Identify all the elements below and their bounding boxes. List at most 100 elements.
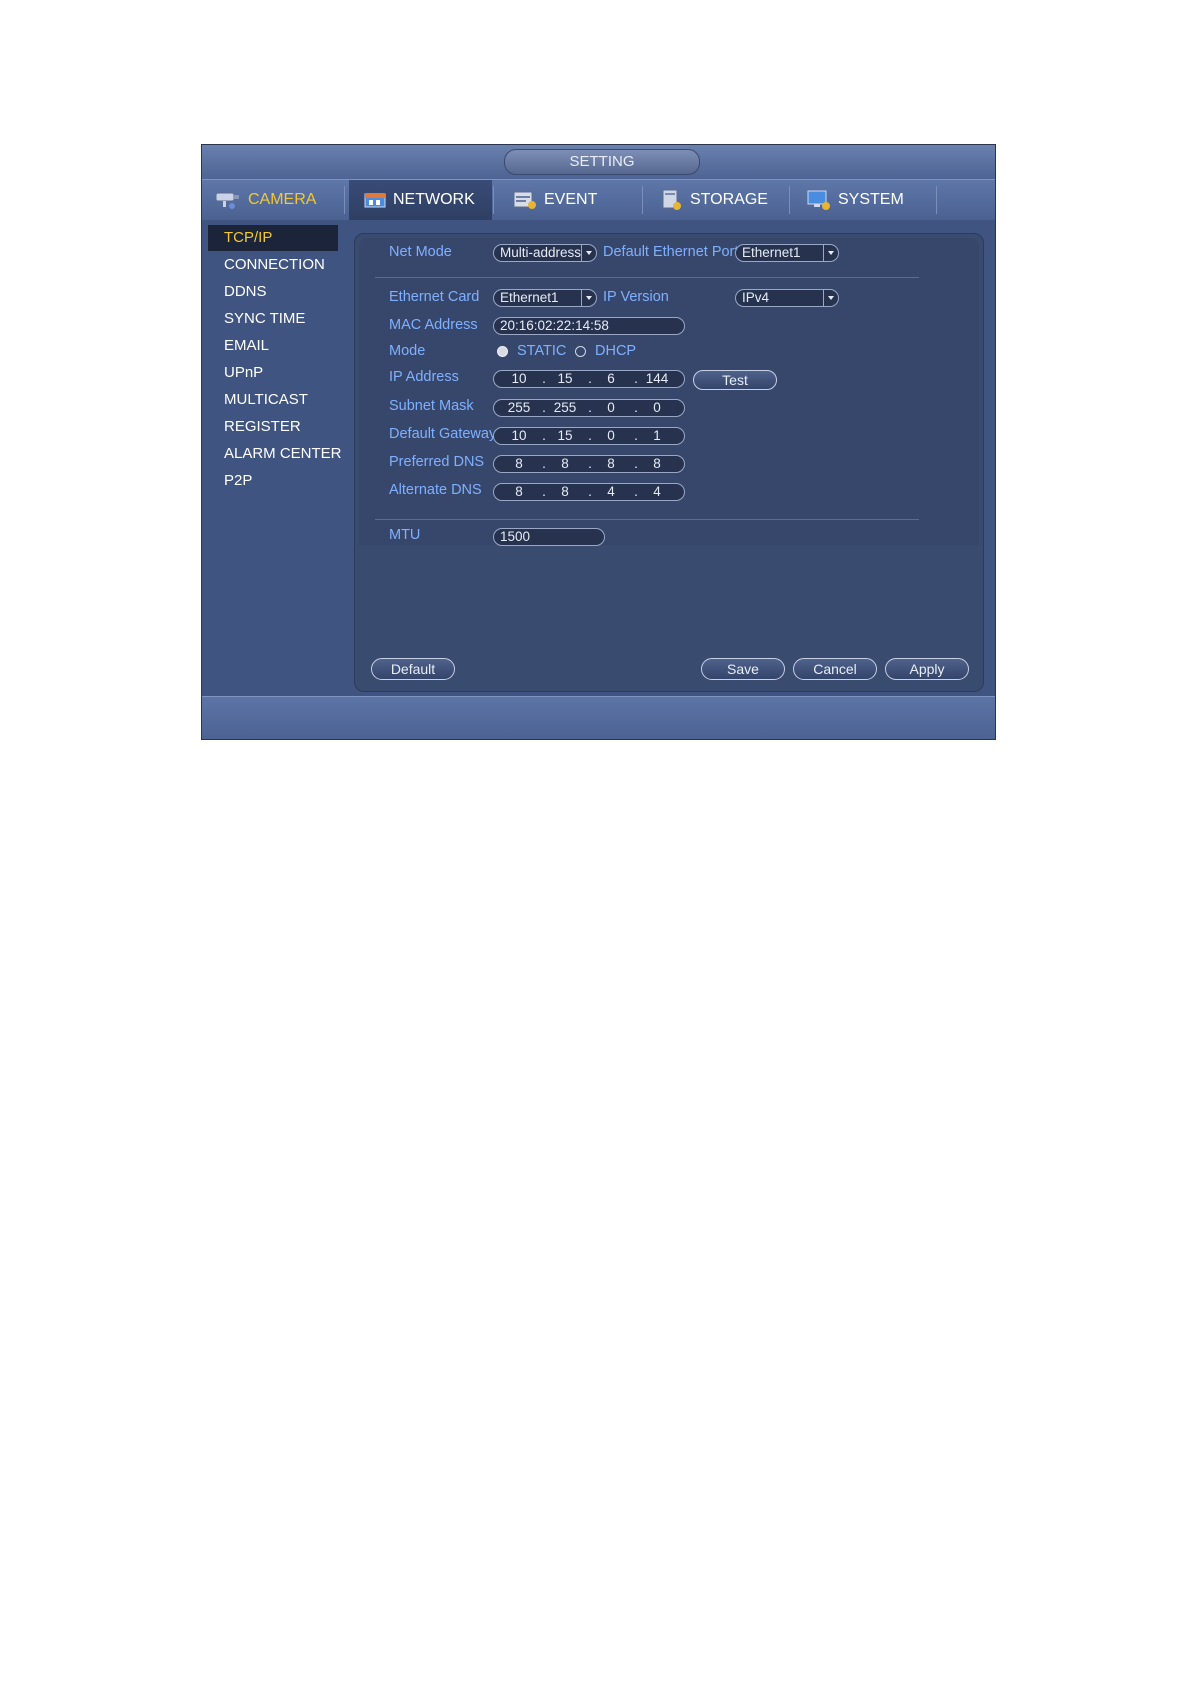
- ethernet-card-select[interactable]: Ethernet1: [493, 289, 597, 307]
- sidebar-item-tcpip[interactable]: TCP/IP: [208, 225, 338, 251]
- default-ethernet-port-label: Default Ethernet Port: [603, 244, 739, 260]
- mac-address-field: 20:16:02:22:14:58: [493, 317, 685, 335]
- mtu-label: MTU: [389, 527, 421, 543]
- ip-dot: .: [634, 428, 638, 443]
- tab-storage-label: STORAGE: [690, 191, 768, 208]
- ip-octet: 8: [561, 456, 569, 471]
- ip-dot: .: [588, 484, 592, 499]
- preferred-dns-input[interactable]: 8 . 8 . 8 . 8: [493, 455, 685, 473]
- tab-divider: [789, 186, 790, 214]
- ip-octet: 255: [507, 400, 531, 415]
- dhcp-radio[interactable]: [575, 346, 586, 357]
- chevron-down-icon: [823, 290, 838, 306]
- ip-dot: .: [542, 484, 546, 499]
- sidebar-item-p2p[interactable]: P2P: [222, 468, 354, 494]
- ip-octet: 8: [653, 456, 661, 471]
- default-gateway-input[interactable]: 10 . 15 . 0 . 1: [493, 427, 685, 445]
- event-icon: [513, 191, 536, 209]
- tab-divider: [493, 186, 494, 214]
- tab-network[interactable]: NETWORK: [349, 180, 492, 220]
- static-radio[interactable]: [497, 346, 508, 357]
- default-ethernet-port-select[interactable]: Ethernet1: [735, 244, 839, 262]
- ip-octet: 4: [607, 484, 615, 499]
- window-title: SETTING: [504, 149, 700, 175]
- footer-bar: [202, 696, 995, 739]
- ip-version-select[interactable]: IPv4: [735, 289, 839, 307]
- tcpip-settings-panel: Net Mode Multi-address Default Ethernet …: [354, 233, 984, 692]
- ip-octet: 15: [557, 371, 573, 386]
- tab-event-label: EVENT: [544, 191, 598, 208]
- divider: [375, 519, 919, 520]
- ip-octet: 10: [511, 428, 527, 443]
- ip-dot: .: [542, 456, 546, 471]
- ip-octet: 8: [515, 484, 523, 499]
- sidebar-item-connection[interactable]: CONNECTION: [222, 252, 354, 278]
- ethernet-card-label: Ethernet Card: [389, 289, 480, 305]
- ip-dot: .: [588, 371, 592, 386]
- net-mode-select[interactable]: Multi-address: [493, 244, 597, 262]
- tab-system[interactable]: SYSTEM: [806, 180, 934, 220]
- mtu-input[interactable]: 1500: [493, 528, 605, 546]
- tab-event[interactable]: EVENT: [512, 180, 642, 220]
- sidebar-item-sync-time[interactable]: SYNC TIME: [222, 306, 354, 332]
- ip-dot: .: [588, 400, 592, 415]
- test-button[interactable]: Test: [693, 370, 777, 390]
- ip-address-input[interactable]: 10 . 15 . 6 . 144: [493, 370, 685, 388]
- ip-octet: 6: [607, 371, 615, 386]
- ip-dot: .: [634, 371, 638, 386]
- subnet-mask-input[interactable]: 255 . 255 . 0 . 0: [493, 399, 685, 417]
- ip-dot: .: [634, 456, 638, 471]
- ip-dot: .: [542, 371, 546, 386]
- chevron-down-icon: [581, 290, 596, 306]
- ip-octet: 0: [653, 400, 661, 415]
- sidebar-item-upnp[interactable]: UPnP: [222, 360, 354, 386]
- main-tab-bar: CAMERA NETWORK EVENT STORAGE SYSTEM: [202, 179, 995, 220]
- tab-divider: [936, 186, 937, 214]
- network-icon: [364, 193, 386, 208]
- apply-button[interactable]: Apply: [885, 658, 969, 680]
- ip-octet: 8: [561, 484, 569, 499]
- mac-address-label: MAC Address: [389, 317, 478, 333]
- ip-dot: .: [542, 428, 546, 443]
- ip-address-label: IP Address: [389, 369, 459, 385]
- camera-icon: [215, 192, 239, 209]
- storage-icon: [662, 189, 681, 210]
- ip-dot: .: [634, 484, 638, 499]
- ip-octet: 8: [515, 456, 523, 471]
- tab-camera-label: CAMERA: [248, 191, 317, 208]
- save-button[interactable]: Save: [701, 658, 785, 680]
- tab-divider: [642, 186, 643, 214]
- mode-label: Mode: [389, 343, 426, 359]
- ip-octet: 10: [511, 371, 527, 386]
- dhcp-radio-label: DHCP: [595, 343, 637, 359]
- chevron-down-icon: [581, 245, 596, 261]
- cancel-button[interactable]: Cancel: [793, 658, 877, 680]
- subnet-mask-label: Subnet Mask: [389, 398, 474, 414]
- sidebar-item-ddns[interactable]: DDNS: [222, 279, 354, 305]
- sidebar-item-multicast[interactable]: MULTICAST: [222, 387, 354, 413]
- ip-octet: 0: [607, 428, 615, 443]
- preferred-dns-label: Preferred DNS: [389, 454, 485, 470]
- net-mode-label: Net Mode: [389, 244, 452, 260]
- tab-system-label: SYSTEM: [838, 191, 904, 208]
- static-radio-label: STATIC: [517, 343, 567, 359]
- tab-camera[interactable]: CAMERA: [214, 180, 338, 220]
- sidebar-item-alarm-center[interactable]: ALARM CENTER: [222, 441, 354, 467]
- ip-octet: 15: [557, 428, 573, 443]
- ip-octet: 0: [607, 400, 615, 415]
- sidebar-item-register[interactable]: REGISTER: [222, 414, 354, 440]
- tab-divider: [344, 186, 345, 214]
- ip-version-value: IPv4: [742, 290, 770, 305]
- tab-network-label: NETWORK: [393, 191, 475, 208]
- settings-window: SETTING CAMERA NETWORK EVENT STORAGE SYS…: [201, 144, 996, 740]
- tab-storage[interactable]: STORAGE: [660, 180, 788, 220]
- alternate-dns-label: Alternate DNS: [389, 482, 482, 498]
- ip-octet: 4: [653, 484, 661, 499]
- ethernet-card-value: Ethernet1: [500, 290, 559, 305]
- default-gateway-label: Default Gateway: [389, 426, 497, 442]
- sidebar-item-email[interactable]: EMAIL: [222, 333, 354, 359]
- alternate-dns-input[interactable]: 8 . 8 . 4 . 4: [493, 483, 685, 501]
- default-button[interactable]: Default: [371, 658, 455, 680]
- ip-dot: .: [588, 428, 592, 443]
- default-ethernet-port-value: Ethernet1: [742, 245, 801, 260]
